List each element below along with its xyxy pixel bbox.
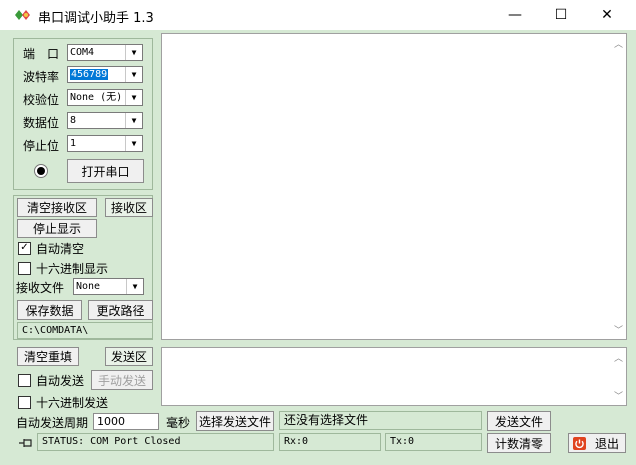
maximize-button[interactable]: ☐	[538, 0, 584, 30]
receive-file-value: None	[76, 281, 101, 292]
select-send-file-button[interactable]: 选择发送文件	[196, 411, 274, 431]
chevron-down-icon[interactable]: ▼	[125, 113, 142, 128]
databits-value: 8	[70, 115, 77, 126]
receive-text-area[interactable]: ︿ ﹀	[161, 33, 627, 340]
hex-display-checkbox[interactable]: 十六进制显示	[18, 260, 108, 277]
clear-send-button[interactable]: 清空重填	[17, 347, 79, 366]
send-file-button[interactable]: 发送文件	[487, 411, 551, 431]
reset-count-button[interactable]: 计数清零	[487, 433, 551, 453]
stopbits-value: 1	[70, 138, 77, 149]
auto-clear-label: 自动清空	[36, 242, 85, 256]
scroll-up-icon[interactable]: ︿	[614, 351, 623, 364]
manual-send-button[interactable]: 手动发送	[91, 370, 153, 390]
auto-send-checkbox[interactable]: 自动发送	[18, 372, 84, 389]
exit-power-icon	[573, 436, 586, 450]
parity-value: None (无)	[70, 92, 123, 103]
chevron-down-icon[interactable]: ▼	[125, 45, 142, 60]
baud-label: 波特率	[23, 70, 60, 84]
parity-label: 校验位	[23, 93, 60, 107]
send-text-area[interactable]: ︿ ﹀	[161, 347, 627, 406]
scroll-down-icon[interactable]: ﹀	[614, 389, 623, 402]
tx-counter: Tx:0	[385, 433, 482, 451]
port-status-led	[34, 164, 48, 178]
receive-file-label: 接收文件	[16, 281, 65, 295]
rx-counter: Rx:0	[279, 433, 381, 451]
window-title: 串口调试小助手 1.3	[38, 11, 154, 26]
title-bar: 串口调试小助手 1.3 — ☐ ✕	[0, 0, 636, 30]
scroll-down-icon[interactable]: ﹀	[614, 323, 623, 336]
stopbits-select[interactable]: 1 ▼	[67, 135, 143, 152]
milliseconds-label: 毫秒	[166, 416, 191, 430]
chevron-down-icon[interactable]: ▼	[125, 90, 142, 105]
save-path-display: C:\COMDATA\	[17, 322, 153, 339]
checkbox-icon[interactable]	[18, 374, 31, 387]
hex-display-label: 十六进制显示	[36, 262, 109, 276]
databits-select[interactable]: 8 ▼	[67, 112, 143, 129]
auto-send-period-label: 自动发送周期	[16, 416, 89, 430]
databits-label: 数据位	[23, 116, 60, 130]
parity-select[interactable]: None (无) ▼	[67, 89, 143, 106]
receive-area-button[interactable]: 接收区	[105, 198, 153, 217]
exit-button[interactable]: 退出	[568, 433, 626, 453]
pin-icon[interactable]	[18, 436, 34, 450]
led-indicator-icon	[37, 167, 45, 175]
connection-status: STATUS: COM Port Closed	[37, 433, 274, 451]
close-button[interactable]: ✕	[584, 0, 630, 30]
checkmark-icon[interactable]: ✓	[18, 242, 31, 255]
checkbox-icon[interactable]	[18, 262, 31, 275]
app-logo-icon	[14, 8, 32, 22]
chevron-down-icon[interactable]: ▼	[126, 279, 143, 294]
chevron-down-icon[interactable]: ▼	[125, 67, 142, 82]
hex-send-label: 十六进制发送	[36, 396, 109, 410]
send-file-status: 还没有选择文件	[279, 411, 482, 430]
port-label: 端 口	[23, 47, 60, 61]
minimize-button[interactable]: —	[492, 0, 538, 30]
receive-file-select[interactable]: None ▼	[73, 278, 144, 295]
auto-send-label: 自动发送	[36, 374, 85, 388]
change-path-button[interactable]: 更改路径	[88, 300, 153, 320]
send-area-button[interactable]: 发送区	[105, 347, 153, 366]
checkbox-icon[interactable]	[18, 396, 31, 409]
clear-receive-button[interactable]: 清空接收区	[17, 198, 97, 217]
chevron-down-icon[interactable]: ▼	[125, 136, 142, 151]
auto-clear-checkbox[interactable]: ✓ 自动清空	[18, 240, 84, 257]
period-input[interactable]: 1000	[93, 413, 159, 430]
baud-select[interactable]: 456789 ▼	[67, 66, 143, 83]
scroll-up-icon[interactable]: ︿	[614, 37, 623, 50]
open-port-button[interactable]: 打开串口	[67, 159, 144, 183]
hex-send-checkbox[interactable]: 十六进制发送	[18, 394, 108, 411]
port-select[interactable]: COM4 ▼	[67, 44, 143, 61]
stopbits-label: 停止位	[23, 139, 60, 153]
baud-value: 456789	[70, 69, 109, 80]
save-data-button[interactable]: 保存数据	[17, 300, 82, 320]
port-value: COM4	[70, 47, 95, 58]
exit-label: 退出	[595, 436, 620, 451]
stop-display-button[interactable]: 停止显示	[17, 219, 97, 238]
